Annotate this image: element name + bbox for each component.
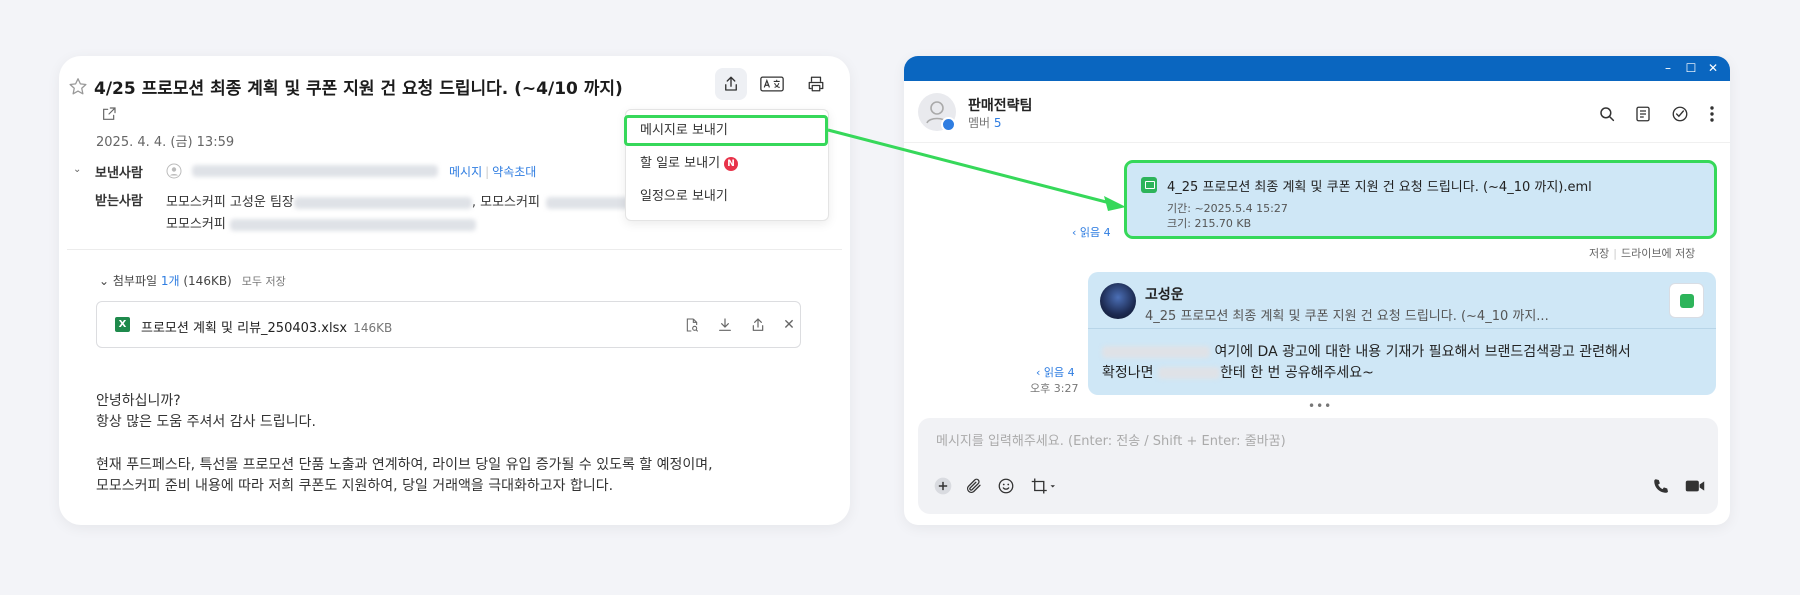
video-call-icon[interactable]: [1684, 475, 1706, 497]
message-sender: 고성운: [1145, 287, 1184, 303]
read-count[interactable]: ‹ 읽음 4: [1036, 364, 1075, 380]
attachment-prefix: 첨부파일: [112, 274, 161, 288]
message-composer: 메시지를 입력해주세요. (Enter: 전송 / Shift + Enter:…: [918, 418, 1718, 514]
send-message-link[interactable]: 메시지: [449, 165, 482, 179]
attach-icon[interactable]: [963, 475, 985, 497]
body-line-1: 안녕하십니까?: [96, 393, 181, 409]
body-line-3: 현재 푸드페스타, 특선몰 프로모션 단품 노출과 연계하여, 라이브 당일 유…: [96, 457, 713, 473]
search-icon[interactable]: [1596, 103, 1618, 125]
attachment-file-name: 프로모션 계획 및 리뷰_250403.xlsx: [141, 321, 348, 336]
recipient-3-address-blurred: [229, 218, 476, 231]
download-icon[interactable]: [716, 316, 734, 334]
message-line-1-text: 여기에 DA 광고에 대한 내용 기재가 필요해서 브랜드검색광고 관련해서: [1210, 344, 1631, 360]
group-avatar[interactable]: [918, 93, 956, 132]
member-count-value: 5: [993, 116, 1002, 130]
message-time: 오후 3:27: [1030, 382, 1079, 395]
message-bubble[interactable]: 고성운 4_25 프로모션 최종 계획 및 쿠폰 지원 건 요청 드립니다. (…: [1088, 272, 1716, 395]
recipient-1-address-blurred: [293, 196, 472, 209]
link-separator: |: [485, 165, 490, 179]
recipient-line-2: 모모스커피: [166, 213, 476, 232]
close-icon[interactable]: ✕: [780, 316, 798, 334]
attachment-count: 1개: [160, 274, 180, 288]
bubble-divider: [1088, 328, 1716, 329]
message-line-2-end: 한테 한 번 공유해주세요~: [1219, 365, 1374, 381]
share-button[interactable]: [715, 68, 747, 100]
print-icon: [808, 76, 824, 92]
save-link[interactable]: 저장: [1589, 247, 1609, 260]
avatar[interactable]: [1100, 283, 1136, 319]
translate-icon: [760, 76, 784, 92]
attachment-file: 프로모션 계획 및 리뷰_250403.xlsx 146KB: [141, 317, 392, 336]
message-attachment-subject: 4_25 프로모션 최종 계획 및 쿠폰 지원 건 요청 드립니다. (~4_1…: [1145, 309, 1549, 324]
group-badge-icon: [941, 117, 956, 132]
translate-button[interactable]: [756, 68, 788, 100]
from-label: 보낸사람: [95, 166, 143, 181]
mention-blurred: [1102, 346, 1210, 358]
attachment-total-size: (146KB): [179, 274, 232, 288]
contact-icon: [166, 163, 182, 179]
invite-appointment-link[interactable]: 약속초대: [492, 165, 536, 179]
star-icon[interactable]: [67, 76, 89, 98]
highlight-box-menu-item: [624, 115, 828, 146]
message-line-2-start: 확정나면: [1102, 365, 1158, 381]
read-count[interactable]: ‹ 읽음 4: [1072, 224, 1111, 240]
open-attachment-button[interactable]: [1669, 283, 1704, 318]
save-to-drive-link[interactable]: 드라이브에 저장: [1621, 247, 1695, 260]
more-indicator[interactable]: •••: [1308, 399, 1332, 413]
maximize-icon[interactable]: ☐: [1684, 60, 1698, 76]
body-line-2: 항상 많은 도움 주셔서 감사 드립니다.: [96, 414, 316, 430]
header-divider: [67, 249, 842, 250]
sender-address-blurred: [192, 165, 438, 177]
emoji-icon[interactable]: [995, 475, 1017, 497]
share-icon: [725, 76, 737, 91]
body-line-4: 모모스커피 준비 내용에 따라 저희 쿠폰도 지원하여, 당일 거래액을 극대화…: [96, 478, 614, 494]
screenshot-crop-icon[interactable]: [1028, 475, 1058, 497]
add-icon[interactable]: [932, 475, 954, 497]
send-as-schedule-item[interactable]: 일정으로 보내기: [626, 182, 828, 212]
close-icon[interactable]: ✕: [1706, 60, 1720, 76]
chevron-down-icon[interactable]: ⌄: [73, 164, 81, 175]
new-badge: N: [724, 156, 739, 171]
open-new-window-icon[interactable]: [101, 106, 119, 124]
mail-date: 2025. 4. 4. (금) 13:59: [96, 135, 235, 150]
task-check-icon[interactable]: [1669, 103, 1691, 125]
recipient-1-name[interactable]: 모모스커피 고성운 팀장: [166, 195, 294, 210]
messenger-window: – ☐ ✕ 판매전략팀 멤버 5 4_25 프로모션 최종 계획 및 쿠폰 지원…: [904, 56, 1730, 525]
attachment-item[interactable]: X 프로모션 계획 및 리뷰_250403.xlsx 146KB ✕: [96, 301, 801, 348]
highlight-box-file: [1124, 160, 1717, 239]
recipient-line-1: 모모스커피 고성운 팀장 , 모모스커피: [166, 191, 646, 210]
share-icon[interactable]: [749, 316, 767, 334]
header-divider: [904, 142, 1730, 143]
room-name: 판매전략팀: [968, 98, 1033, 114]
mail-subject: 4/25 프로모션 최종 계획 및 쿠폰 지원 건 요청 드립니다. (~4/1…: [94, 79, 623, 99]
print-button[interactable]: [800, 68, 832, 100]
message-line-1: 여기에 DA 광고에 대한 내용 기재가 필요해서 브랜드검색광고 관련해서: [1102, 341, 1631, 361]
recipient-2-name[interactable]: , 모모스커피: [472, 195, 540, 210]
chevron-down-icon[interactable]: ⌄: [99, 274, 113, 288]
attachment-header: ⌄ 첨부파일 1개 (146KB) 모두 저장: [99, 272, 286, 289]
file-save-links: 저장 | 드라이브에 저장: [1589, 245, 1695, 261]
message-line-2: 확정나면 한테 한 번 공유해주세요~: [1102, 362, 1374, 382]
excel-file-icon: X: [115, 317, 130, 332]
minimize-icon[interactable]: –: [1661, 60, 1675, 76]
member-count[interactable]: 멤버 5: [968, 114, 1002, 131]
phone-icon[interactable]: [1650, 475, 1672, 497]
send-as-todo-item[interactable]: 할 일로 보내기 N: [626, 149, 828, 179]
window-titlebar: – ☐ ✕: [904, 56, 1730, 81]
attachment-file-size: 146KB: [353, 321, 393, 335]
notes-icon[interactable]: [1632, 103, 1654, 125]
to-label: 받는사람: [95, 194, 143, 209]
more-vertical-icon[interactable]: [1701, 103, 1723, 125]
send-as-todo-label: 할 일로 보내기: [640, 156, 721, 171]
recipient-3-name[interactable]: 모모스커피: [166, 217, 226, 232]
link-separator: |: [1613, 247, 1617, 260]
preview-icon[interactable]: [683, 316, 701, 334]
email-file-icon: [1680, 294, 1694, 308]
member-label: 멤버: [968, 116, 994, 130]
message-input[interactable]: 메시지를 입력해주세요. (Enter: 전송 / Shift + Enter:…: [936, 430, 1286, 449]
mention-blurred: [1157, 367, 1220, 379]
save-all-link[interactable]: 모두 저장: [242, 275, 286, 288]
